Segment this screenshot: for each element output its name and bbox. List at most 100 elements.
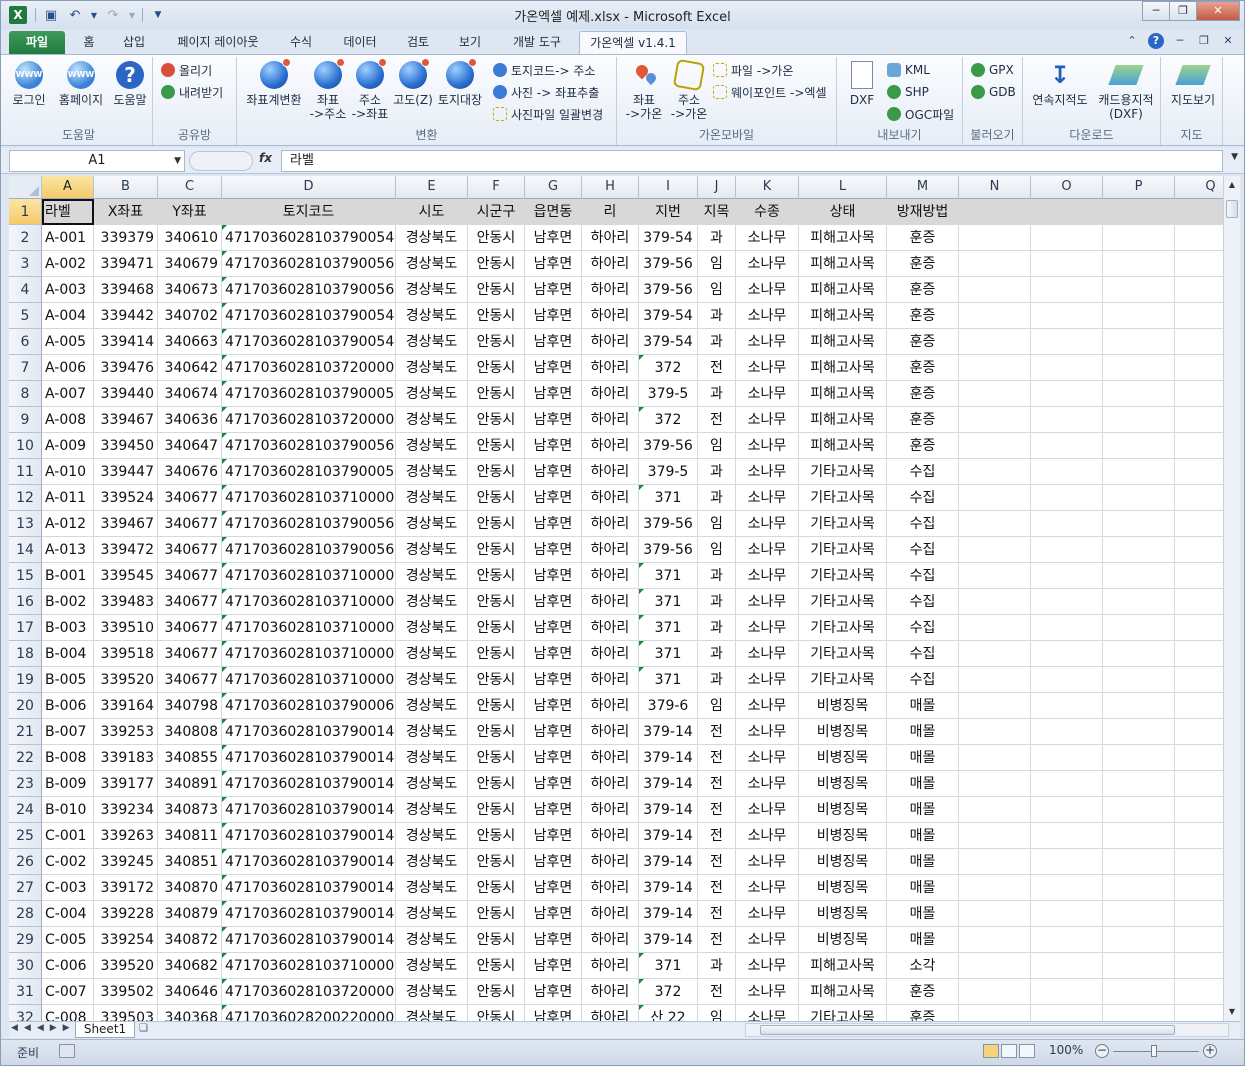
- cell[interactable]: C-002: [42, 849, 94, 875]
- cell[interactable]: 피해고사목: [799, 433, 887, 459]
- row-header[interactable]: 4: [9, 277, 42, 303]
- cell[interactable]: 피해고사목: [799, 277, 887, 303]
- cell[interactable]: 경상북도: [396, 589, 468, 615]
- column-header-g[interactable]: G: [525, 176, 582, 199]
- cell[interactable]: 340677: [158, 485, 222, 511]
- header-cell[interactable]: 토지코드: [222, 199, 396, 225]
- cell[interactable]: A-012: [42, 511, 94, 537]
- cell[interactable]: 피해고사목: [799, 329, 887, 355]
- cell[interactable]: 안동시: [468, 251, 525, 277]
- cell[interactable]: 소나무: [736, 719, 799, 745]
- cell[interactable]: 339524: [94, 485, 158, 511]
- cell[interactable]: [959, 979, 1031, 1005]
- doc-close-icon[interactable]: ✕: [1220, 33, 1236, 49]
- cell[interactable]: 경상북도: [396, 277, 468, 303]
- cell[interactable]: 340677: [158, 511, 222, 537]
- cell[interactable]: 4717036028103710000: [222, 485, 396, 511]
- expand-formula-icon[interactable]: ▼: [1231, 152, 1238, 162]
- row-header[interactable]: 29: [9, 927, 42, 953]
- cell[interactable]: 전: [698, 979, 736, 1005]
- cell[interactable]: 남후면: [525, 927, 582, 953]
- cell[interactable]: 매몰: [887, 823, 959, 849]
- cell[interactable]: 임: [698, 433, 736, 459]
- cell[interactable]: 경상북도: [396, 433, 468, 459]
- horizontal-scrollbar[interactable]: [745, 1023, 1229, 1037]
- cell[interactable]: 339467: [94, 511, 158, 537]
- cadastral-map-button[interactable]: ↧ 연속지적도: [1027, 61, 1093, 107]
- cell[interactable]: 남후면: [525, 641, 582, 667]
- tab-file[interactable]: 파일: [9, 31, 65, 55]
- cell[interactable]: 매몰: [887, 849, 959, 875]
- cell[interactable]: [959, 225, 1031, 251]
- cell[interactable]: [959, 589, 1031, 615]
- cell[interactable]: 4717036028103790014: [222, 927, 396, 953]
- cell[interactable]: 하아리: [582, 355, 639, 381]
- cell[interactable]: [1175, 407, 1223, 433]
- cell[interactable]: 남후면: [525, 693, 582, 719]
- cell[interactable]: [1103, 459, 1175, 485]
- cell[interactable]: 379-56: [639, 277, 698, 303]
- cell[interactable]: 수집: [887, 615, 959, 641]
- column-header-k[interactable]: K: [736, 176, 799, 199]
- cell[interactable]: 379-54: [639, 225, 698, 251]
- cell[interactable]: 훈증: [887, 355, 959, 381]
- cell[interactable]: 하아리: [582, 979, 639, 1005]
- cell[interactable]: [1175, 589, 1223, 615]
- cell[interactable]: 남후면: [525, 979, 582, 1005]
- cell[interactable]: [1103, 901, 1175, 927]
- coord-convert-button[interactable]: 좌표계변환: [241, 58, 307, 107]
- cell[interactable]: 남후면: [525, 251, 582, 277]
- cell[interactable]: 과: [698, 563, 736, 589]
- cell[interactable]: 남후면: [525, 901, 582, 927]
- cell[interactable]: 4717036028103790005: [222, 459, 396, 485]
- cell[interactable]: [1031, 1005, 1103, 1021]
- cell[interactable]: 남후면: [525, 1005, 582, 1021]
- cell[interactable]: [959, 407, 1031, 433]
- cell[interactable]: 피해고사목: [799, 303, 887, 329]
- cell[interactable]: 339483: [94, 589, 158, 615]
- altitude-button[interactable]: 고도(Z): [391, 58, 435, 107]
- cell[interactable]: 경상북도: [396, 927, 468, 953]
- cell[interactable]: 안동시: [468, 277, 525, 303]
- cell[interactable]: 훈증: [887, 277, 959, 303]
- cell[interactable]: 훈증: [887, 407, 959, 433]
- cell[interactable]: 339379: [94, 225, 158, 251]
- cell[interactable]: 339510: [94, 615, 158, 641]
- cell[interactable]: [959, 719, 1031, 745]
- cell[interactable]: 340855: [158, 745, 222, 771]
- land-register-button[interactable]: 토지대장: [435, 58, 485, 107]
- cell[interactable]: 379-14: [639, 823, 698, 849]
- cell[interactable]: 소나무: [736, 537, 799, 563]
- row-header[interactable]: 21: [9, 719, 42, 745]
- cell[interactable]: A-004: [42, 303, 94, 329]
- cell[interactable]: 하아리: [582, 381, 639, 407]
- cell[interactable]: 안동시: [468, 953, 525, 979]
- header-cell[interactable]: 지번: [639, 199, 698, 225]
- cell[interactable]: [1103, 927, 1175, 953]
- cell[interactable]: B-002: [42, 589, 94, 615]
- cell[interactable]: [1103, 693, 1175, 719]
- cell[interactable]: 소나무: [736, 303, 799, 329]
- cell[interactable]: 4717036028200220000: [222, 1005, 396, 1021]
- tab-page-layout[interactable]: 페이지 레이아웃: [165, 31, 271, 55]
- cell[interactable]: [1175, 615, 1223, 641]
- cell[interactable]: [1175, 797, 1223, 823]
- cell[interactable]: 수집: [887, 589, 959, 615]
- cell[interactable]: 하아리: [582, 771, 639, 797]
- tab-home[interactable]: 홈: [73, 31, 105, 55]
- cell[interactable]: 안동시: [468, 459, 525, 485]
- cell[interactable]: 하아리: [582, 927, 639, 953]
- cell[interactable]: 안동시: [468, 641, 525, 667]
- cell[interactable]: 안동시: [468, 797, 525, 823]
- cell[interactable]: 남후면: [525, 563, 582, 589]
- cell[interactable]: 전: [698, 355, 736, 381]
- cell[interactable]: 하아리: [582, 901, 639, 927]
- vertical-scrollbar[interactable]: ▲ ▼: [1223, 176, 1240, 1021]
- cell[interactable]: 남후면: [525, 511, 582, 537]
- cell[interactable]: [1103, 303, 1175, 329]
- cell[interactable]: 372: [639, 407, 698, 433]
- landcode-to-address-button[interactable]: 토지코드-> 주소: [493, 61, 595, 79]
- cell[interactable]: [1175, 823, 1223, 849]
- cell[interactable]: 경상북도: [396, 1005, 468, 1021]
- cell[interactable]: 339467: [94, 407, 158, 433]
